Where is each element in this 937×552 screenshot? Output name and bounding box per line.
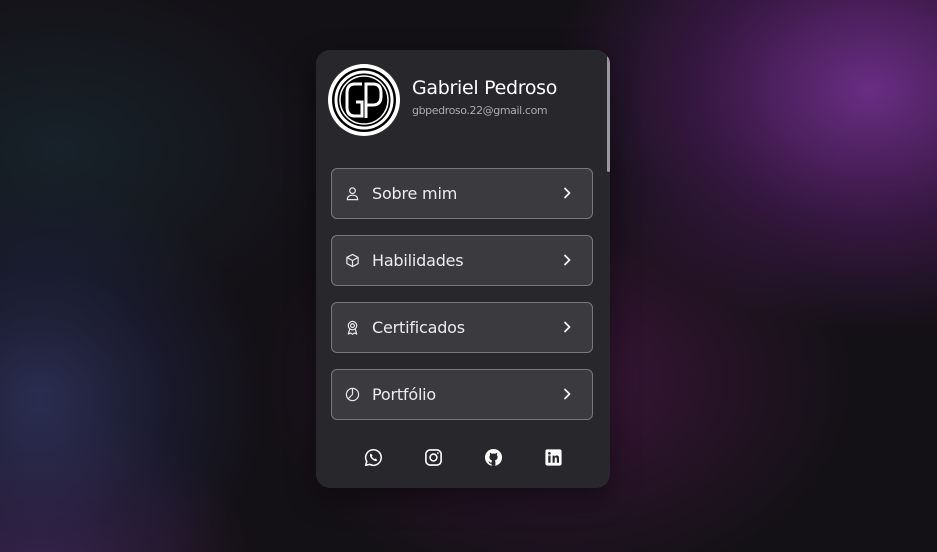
social-links bbox=[316, 446, 610, 468]
menu-item-label: Certificados bbox=[372, 318, 465, 337]
menu: Sobre mim Habilidades Certificados Portf… bbox=[331, 168, 593, 436]
menu-item-label: Sobre mim bbox=[372, 184, 458, 203]
award-icon bbox=[344, 320, 360, 336]
profile-text: Gabriel Pedroso gbpedroso.22@gmail.com bbox=[412, 77, 557, 117]
github-icon[interactable] bbox=[482, 446, 504, 468]
avatar bbox=[328, 64, 400, 136]
chevron-right-icon bbox=[564, 321, 571, 333]
chevron-right-icon bbox=[564, 187, 571, 199]
profile-email: gbpedroso.22@gmail.com bbox=[412, 104, 548, 117]
linkedin-icon[interactable] bbox=[542, 446, 564, 468]
pie-chart-icon bbox=[344, 387, 360, 403]
menu-item-certificados[interactable]: Certificados bbox=[331, 302, 593, 353]
chevron-right-icon bbox=[564, 254, 571, 266]
gp-monogram-logo bbox=[332, 68, 396, 132]
menu-item-sobre-mim[interactable]: Sobre mim bbox=[331, 168, 593, 219]
profile-name: Gabriel Pedroso bbox=[412, 77, 558, 99]
whatsapp-icon[interactable] bbox=[362, 446, 384, 468]
chevron-right-icon bbox=[564, 388, 571, 400]
menu-item-habilidades[interactable]: Habilidades bbox=[331, 235, 593, 286]
card-scrollbar[interactable] bbox=[607, 56, 610, 172]
profile-header: Gabriel Pedroso gbpedroso.22@gmail.com bbox=[328, 64, 557, 136]
user-icon bbox=[344, 186, 360, 202]
profile-card: Gabriel Pedroso gbpedroso.22@gmail.com S… bbox=[316, 50, 610, 488]
menu-item-label: Portfólio bbox=[372, 385, 437, 404]
menu-item-label: Habilidades bbox=[372, 251, 464, 270]
menu-item-portfolio[interactable]: Portfólio bbox=[331, 369, 593, 420]
cube-icon bbox=[344, 253, 360, 269]
instagram-icon[interactable] bbox=[422, 446, 444, 468]
